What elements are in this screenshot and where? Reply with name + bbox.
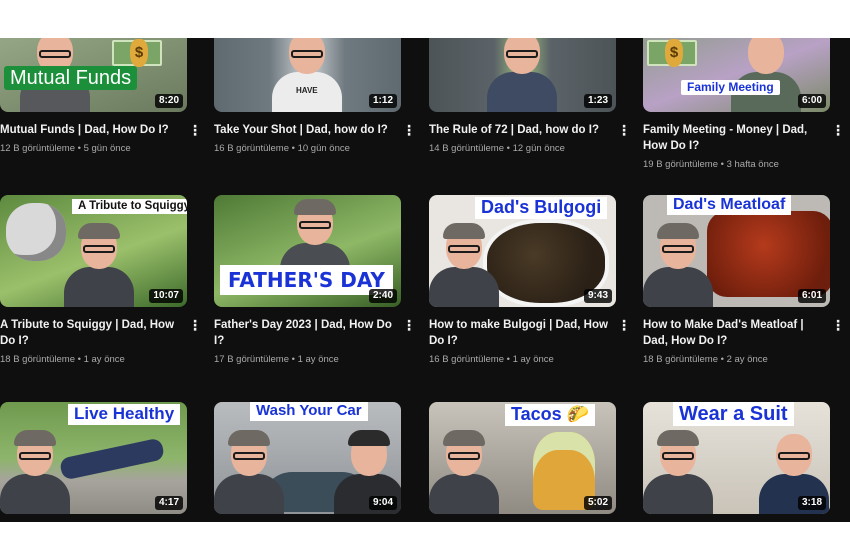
video-meta: Mutual Funds | Dad, How Do I? 12 B görün… <box>0 112 202 156</box>
video-duration: 9:04 <box>368 496 397 510</box>
video-thumbnail[interactable]: A Tribute to Squiggy 10:07 <box>0 195 187 307</box>
thumbnail-overlay-text: Dad's Bulgogi <box>475 197 608 219</box>
video-title[interactable]: Family Meeting - Money | Dad, How Do I? <box>643 122 827 154</box>
video-title[interactable]: Mutual Funds | Dad, How Do I? <box>0 122 184 138</box>
video-thumbnail[interactable]: Wash Your Car 9:04 <box>214 402 401 514</box>
video-meta: Family Meeting - Money | Dad, How Do I? … <box>643 112 845 172</box>
video-card[interactable]: FATHER'S DAY 2:40 Father's Day 2023 | Da… <box>214 195 416 367</box>
thumbnail-overlay-text: Mutual Funds <box>4 66 138 90</box>
presenter-figure <box>643 430 713 514</box>
video-thumbnail[interactable]: $ Mutual Funds 8:20 <box>0 38 187 112</box>
video-card[interactable]: Dad's Meatloaf 6:01 How to Make Dad's Me… <box>643 195 845 367</box>
video-meta: The Rule of 72 | Dad, how do I? 14 B gör… <box>429 112 631 156</box>
thumbnail-overlay-text: A Tribute to Squiggy <box>72 199 187 214</box>
presenter-figure <box>643 223 713 307</box>
video-title[interactable]: A Tribute to Squiggy | Dad, How Do I? <box>0 317 184 349</box>
video-stats: 16 B görüntüleme • 1 ay önce <box>429 354 554 365</box>
video-stats: 18 B görüntüleme • 1 ay önce <box>0 354 125 365</box>
video-duration: 6:00 <box>797 94 826 108</box>
video-card[interactable]: A Tribute to Squiggy 10:07 A Tribute to … <box>0 195 202 367</box>
more-options-icon[interactable]: ⋮ <box>402 122 416 138</box>
presenter-figure <box>487 38 557 112</box>
presenter-figure <box>731 38 801 112</box>
video-grid: $ Mutual Funds 8:20 Mutual Funds | Dad, … <box>0 38 850 522</box>
video-card[interactable]: Wear a Suit 3:18 <box>643 402 845 514</box>
thumbnail-overlay-text: Family Meeting <box>681 80 780 96</box>
video-thumbnail[interactable]: Dad's Meatloaf 6:01 <box>643 195 830 307</box>
video-meta: How to Make Dad's Meatloaf | Dad, How Do… <box>643 307 845 367</box>
thumbnail-overlay-text: FATHER'S DAY <box>220 265 393 295</box>
video-card[interactable]: 1:23 The Rule of 72 | Dad, how do I? 14 … <box>429 38 631 156</box>
video-title[interactable]: Father's Day 2023 | Dad, How Do I? <box>214 317 398 349</box>
video-card[interactable]: Wash Your Car 9:04 <box>214 402 416 514</box>
presenter-figure <box>429 223 499 307</box>
video-duration: 8:20 <box>154 94 183 108</box>
video-meta: Take Your Shot | Dad, how do I? 16 B gör… <box>214 112 416 156</box>
video-stats: 12 B görüntüleme • 5 gün önce <box>0 143 131 154</box>
presenter-figure <box>214 430 284 514</box>
video-duration: 4:17 <box>154 496 183 510</box>
video-card[interactable]: Live Healthy 4:17 <box>0 402 202 514</box>
video-title[interactable]: The Rule of 72 | Dad, how do I? <box>429 122 613 138</box>
thumbnail-overlay-text: Tacos 🌮 <box>505 404 596 426</box>
video-card[interactable]: HAVE 1:12 Take Your Shot | Dad, how do I… <box>214 38 416 156</box>
video-stats: 19 B görüntüleme • 3 hafta önce <box>643 159 779 170</box>
thumbnail-overlay-text: Dad's Meatloaf <box>667 195 792 215</box>
video-card[interactable]: $ Mutual Funds 8:20 Mutual Funds | Dad, … <box>0 38 202 156</box>
more-options-icon[interactable]: ⋮ <box>831 317 845 333</box>
video-duration: 3:18 <box>797 496 826 510</box>
more-options-icon[interactable]: ⋮ <box>831 122 845 138</box>
shirt-print-text: HAVE <box>296 86 318 95</box>
video-duration: 1:23 <box>583 94 612 108</box>
dog-image <box>6 203 66 261</box>
video-meta: A Tribute to Squiggy | Dad, How Do I? 18… <box>0 307 202 367</box>
presenter-figure <box>64 223 134 307</box>
video-stats: 17 B görüntüleme • 1 ay önce <box>214 354 339 365</box>
video-thumbnail[interactable]: $ Family Meeting 6:00 <box>643 38 830 112</box>
presenter-figure <box>429 430 499 514</box>
presenter-figure <box>272 38 342 112</box>
video-stats: 14 B görüntüleme • 12 gün önce <box>429 143 565 154</box>
thumbnail-overlay-text: Wear a Suit <box>673 402 794 426</box>
video-duration: 6:01 <box>797 289 826 303</box>
more-options-icon[interactable]: ⋮ <box>188 317 202 333</box>
video-thumbnail[interactable]: 1:23 <box>429 38 616 112</box>
dollar-bill-icon: $ <box>112 39 162 67</box>
video-meta: Father's Day 2023 | Dad, How Do I? 17 B … <box>214 307 416 367</box>
video-thumbnail[interactable]: Wear a Suit 3:18 <box>643 402 830 514</box>
more-options-icon[interactable]: ⋮ <box>617 122 631 138</box>
video-title[interactable]: Take Your Shot | Dad, how do I? <box>214 122 398 138</box>
presenter-figure <box>0 430 70 514</box>
video-thumbnail[interactable]: Dad's Bulgogi 9:43 <box>429 195 616 307</box>
video-card[interactable]: $ Family Meeting 6:00 Family Meeting - M… <box>643 38 845 172</box>
more-options-icon[interactable]: ⋮ <box>402 317 416 333</box>
video-duration: 2:40 <box>368 289 397 303</box>
more-options-icon[interactable]: ⋮ <box>617 317 631 333</box>
video-card[interactable]: Dad's Bulgogi 9:43 How to make Bulgogi |… <box>429 195 631 367</box>
video-duration: 10:07 <box>149 289 183 303</box>
dollar-bill-icon: $ <box>647 39 697 67</box>
video-stats: 18 B görüntüleme • 2 ay önce <box>643 354 768 365</box>
video-duration: 5:02 <box>583 496 612 510</box>
video-duration: 9:43 <box>583 289 612 303</box>
video-stats: 16 B görüntüleme • 10 gün önce <box>214 143 350 154</box>
more-options-icon[interactable]: ⋮ <box>188 122 202 138</box>
thumbnail-overlay-text: Live Healthy <box>68 404 181 425</box>
video-duration: 1:12 <box>368 94 397 108</box>
meatloaf-dish-image <box>707 211 830 297</box>
video-thumbnail[interactable]: Tacos 🌮 5:02 <box>429 402 616 514</box>
video-thumbnail[interactable]: HAVE 1:12 <box>214 38 401 112</box>
video-thumbnail[interactable]: Live Healthy 4:17 <box>0 402 187 514</box>
video-meta: How to make Bulgogi | Dad, How Do I? 16 … <box>429 307 631 367</box>
video-title[interactable]: How to make Bulgogi | Dad, How Do I? <box>429 317 613 349</box>
video-thumbnail[interactable]: FATHER'S DAY 2:40 <box>214 195 401 307</box>
video-grid-frame: $ Mutual Funds 8:20 Mutual Funds | Dad, … <box>0 38 850 522</box>
thumbnail-overlay-text: Wash Your Car <box>250 402 368 421</box>
video-title[interactable]: How to Make Dad's Meatloaf | Dad, How Do… <box>643 317 827 349</box>
video-card[interactable]: Tacos 🌮 5:02 <box>429 402 631 514</box>
